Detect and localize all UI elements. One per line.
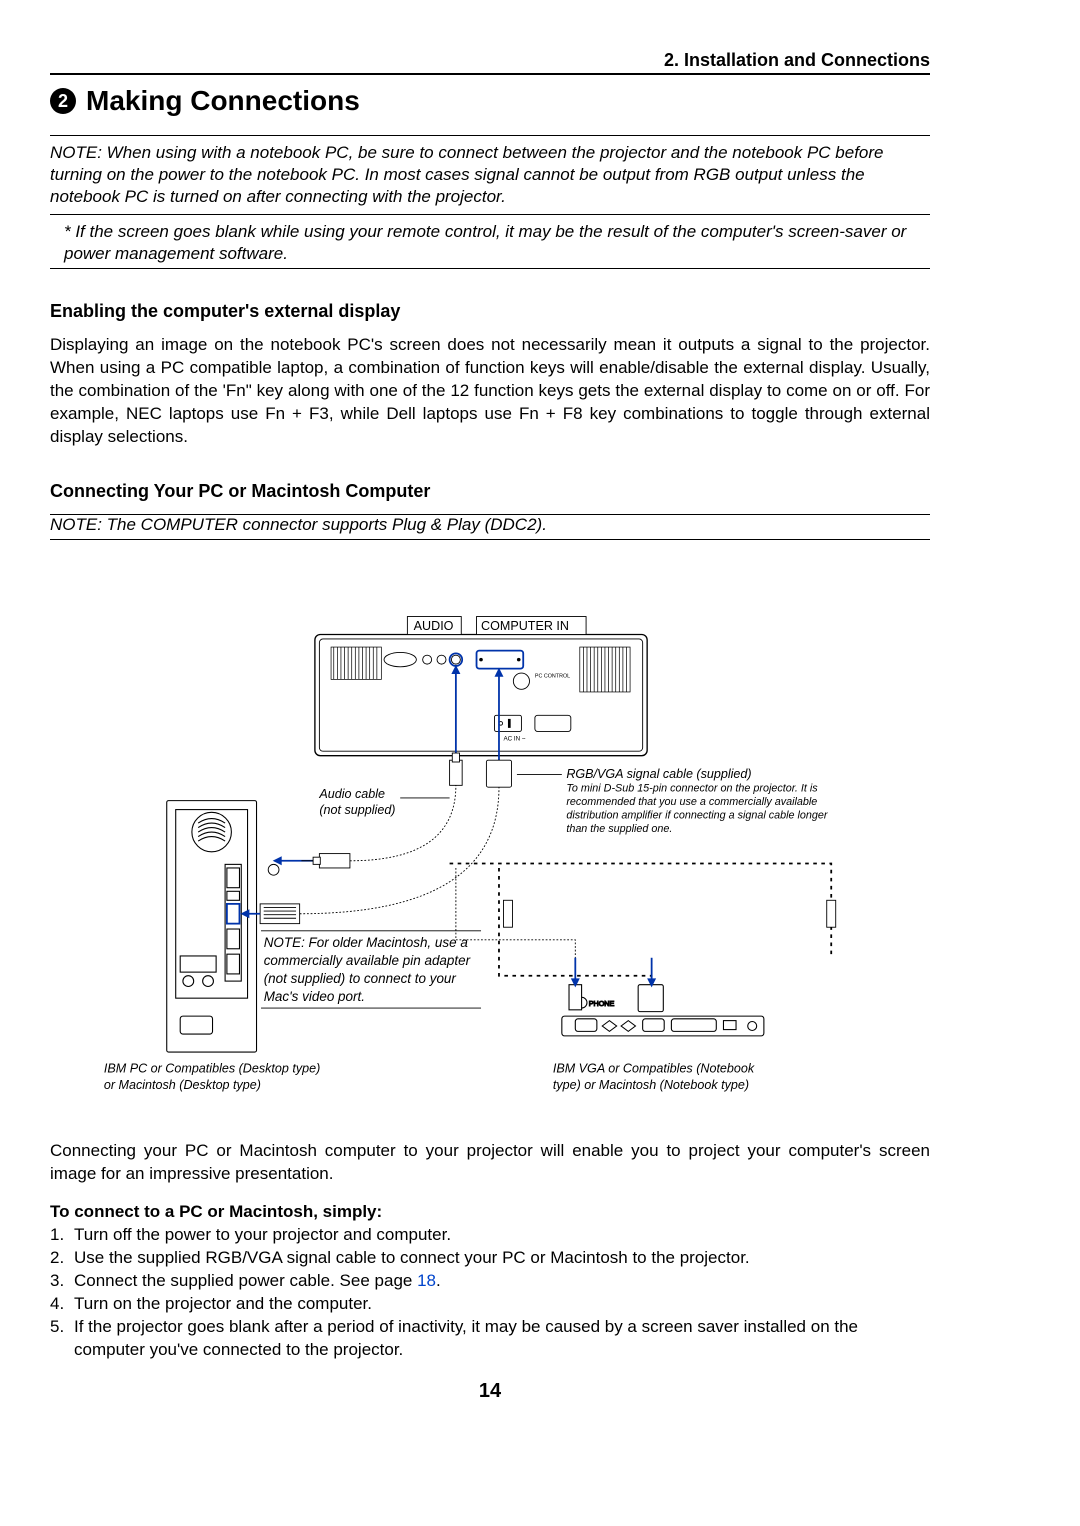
label-audio-cable-2: (not supplied) (319, 803, 395, 817)
cable-plugs-top (450, 753, 512, 787)
svg-text:commercially available pin ada: commercially available pin adapter (264, 953, 471, 968)
label-phone-laptop: PHONE (589, 1000, 615, 1008)
svg-text:(not supplied) to connect to y: (not supplied) to connect to your (264, 971, 457, 986)
page-link-18[interactable]: 18 (417, 1271, 436, 1290)
page-number: 14 (50, 1380, 930, 1403)
svg-text:NOTE: For older Macintosh, use: NOTE: For older Macintosh, use a (264, 935, 469, 950)
laptop-icon: PHONE (562, 985, 764, 1036)
desktop-pc-icon (167, 801, 257, 1052)
projector-icon: PC CONTROL AC IN ~ AUDIO COMPUTER IN (315, 617, 647, 761)
body-external-display: Displaying an image on the notebook PC's… (50, 334, 930, 449)
step-1: Turn off the power to your projector and… (74, 1224, 451, 1247)
caption-right-2: type) or Macintosh (Notebook type) (553, 1078, 749, 1092)
caption-left-2: or Macintosh (Desktop type) (104, 1078, 261, 1092)
step-3: Connect the supplied power cable. See pa… (74, 1270, 441, 1293)
label-acin: AC IN ~ (503, 736, 525, 743)
chapter-header: 2. Installation and Connections (50, 50, 930, 75)
label-rgb-title: RGB/VGA signal cable (supplied) (566, 767, 751, 781)
step-2: Use the supplied RGB/VGA signal cable to… (74, 1247, 750, 1270)
caption-right-1: IBM VGA or Compatibles (Notebook (553, 1062, 755, 1076)
caption-left-1: IBM PC or Compatibles (Desktop type) (104, 1062, 320, 1076)
svg-text:Mac's video port.: Mac's video port. (264, 989, 365, 1004)
step-5: If the projector goes blank after a peri… (74, 1316, 930, 1362)
svg-text:PC CONTROL: PC CONTROL (535, 674, 570, 680)
section-title: 2 Making Connections (50, 85, 930, 136)
body-connecting: Connecting your PC or Macintosh computer… (50, 1140, 930, 1186)
note-sub: * If the screen goes blank while using y… (50, 218, 930, 269)
note-main: NOTE: When using with a notebook PC, be … (50, 142, 930, 215)
mac-note: NOTE: For older Macintosh, use a commerc… (261, 931, 481, 1008)
label-phone-desktop: PHONE (282, 868, 308, 876)
label-audio-cable-1: Audio cable (318, 787, 385, 801)
label-rgb-body: To mini D-Sub 15-pin connector on the pr… (566, 782, 844, 836)
label-audio: AUDIO (414, 619, 454, 633)
connection-diagram: PC CONTROL AC IN ~ AUDIO COMPUTER IN (50, 570, 930, 1130)
step-4: Turn on the projector and the computer. (74, 1293, 372, 1316)
step-number-icon: 2 (50, 88, 76, 114)
subheading-external-display: Enabling the computer's external display (50, 301, 930, 322)
steps-heading: To connect to a PC or Macintosh, simply: (50, 1202, 930, 1222)
steps-list: 1.Turn off the power to your projector a… (50, 1224, 930, 1362)
section-title-text: Making Connections (86, 85, 360, 117)
note-ddc2: NOTE: The COMPUTER connector supports Pl… (50, 515, 930, 540)
label-computer-in: COMPUTER IN (481, 619, 569, 633)
subheading-connecting-pc: Connecting Your PC or Macintosh Computer (50, 481, 930, 502)
